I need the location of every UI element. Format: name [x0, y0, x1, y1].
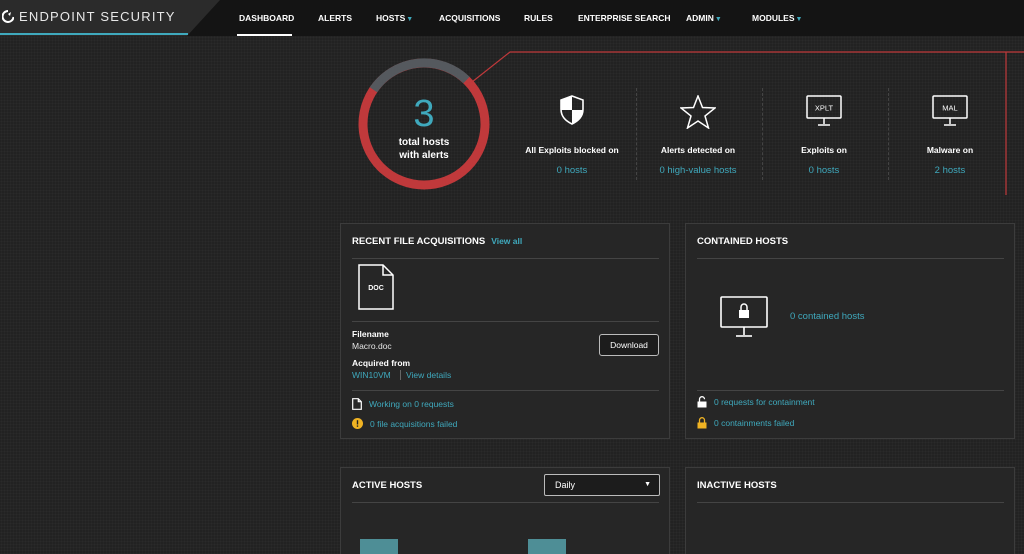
acquired-from-label: Acquired from	[352, 358, 411, 368]
contained-hosts-panel: CONTAINED HOSTS 0 contained hosts 0 requ…	[685, 223, 1015, 439]
stat-alerts-detected[interactable]: Alerts detected on 0 high-value hosts	[636, 95, 760, 176]
active-hosts-title: ACTIVE HOSTS	[352, 480, 423, 491]
nav-dashboard[interactable]: DASHBOARD	[239, 13, 294, 23]
nav-acquisitions[interactable]: ACQUISITIONS	[439, 13, 500, 23]
unlock-icon	[697, 396, 707, 408]
divider	[352, 258, 659, 259]
separator	[400, 370, 401, 380]
nav-hosts[interactable]: HOSTS▼	[376, 13, 413, 23]
inactive-hosts-title: INACTIVE HOSTS	[697, 480, 777, 491]
stat-title: Malware on	[926, 145, 974, 155]
recent-file-acquisitions-panel: RECENT FILE ACQUISITIONS View all DOC Fil…	[340, 223, 670, 439]
nav-enterprise-search[interactable]: ENTERPRISE SEARCH	[578, 13, 671, 23]
filename-value: Macro.doc	[352, 341, 392, 351]
stat-malware-on[interactable]: MAL Malware on 2 hosts	[888, 95, 1012, 176]
view-details-link[interactable]: View details	[406, 370, 451, 380]
stat-value[interactable]: 0 high-value hosts	[636, 165, 760, 176]
stat-value[interactable]: 2 hosts	[888, 165, 1012, 176]
panel-title: RECENT FILE ACQUISITIONS View all	[352, 236, 522, 247]
doc-icon-text: DOC	[368, 285, 384, 292]
shield-icon	[560, 95, 584, 125]
divider	[352, 390, 659, 391]
period-select[interactable]: Daily ▼	[544, 474, 660, 496]
nav-rules[interactable]: RULES	[524, 13, 553, 23]
caret-down-icon: ▼	[644, 481, 651, 488]
recent-acquisitions-title: RECENT FILE ACQUISITIONS	[352, 236, 486, 247]
nav-alerts-label: ALERTS	[318, 13, 352, 23]
working-requests-row[interactable]: Working on 0 requests	[352, 398, 454, 410]
host-link[interactable]: WIN10VM	[352, 370, 391, 380]
divider	[697, 390, 1004, 391]
file-icon	[352, 398, 362, 410]
nav-hosts-label: HOSTS	[376, 13, 406, 23]
containment-requests-text: 0 requests for containment	[714, 397, 815, 407]
star-icon	[680, 95, 716, 129]
total-hosts-label-line1: total hosts	[398, 137, 450, 148]
stat-title: Alerts detected on	[660, 145, 736, 155]
contained-hosts-title: CONTAINED HOSTS	[697, 236, 789, 247]
stat-exploits-blocked[interactable]: All Exploits blocked on 0 hosts	[510, 95, 634, 176]
mal-monitor-icon: MAL	[932, 95, 968, 126]
nav-modules[interactable]: MODULES▼	[752, 13, 802, 23]
stat-title: All Exploits blocked on	[525, 145, 619, 155]
period-select-value: Daily	[555, 480, 576, 490]
chart-bar[interactable]	[528, 539, 566, 554]
stat-title: Exploits on	[801, 145, 847, 155]
xplt-monitor-icon: XPLT	[806, 95, 842, 126]
total-hosts-label-line2: with alerts	[399, 150, 449, 161]
xplt-icon-text: XPLT	[815, 104, 834, 113]
stat-value[interactable]: 0 hosts	[510, 165, 634, 176]
containments-failed-text: 0 containments failed	[714, 418, 795, 428]
stat-value[interactable]: 0 hosts	[762, 165, 886, 176]
total-hosts-label: total hosts with alerts	[355, 136, 493, 162]
failed-acquisitions-row[interactable]: 0 file acquisitions failed	[352, 418, 457, 429]
chevron-down-icon: ▼	[714, 16, 722, 23]
contained-hosts-count-link[interactable]: 0 contained hosts	[790, 311, 864, 322]
brand-logo-icon	[2, 10, 14, 23]
divider	[697, 502, 1004, 503]
doc-file-icon[interactable]: DOC	[358, 264, 394, 310]
chevron-down-icon: ▼	[795, 16, 803, 23]
divider	[352, 321, 659, 322]
containments-failed-row[interactable]: 0 containments failed	[697, 417, 794, 429]
chart-bar[interactable]	[360, 539, 398, 554]
active-hosts-panel: ACTIVE HOSTS Daily ▼	[340, 467, 670, 554]
containment-requests-row[interactable]: 0 requests for containment	[697, 396, 815, 408]
brand-underline	[0, 33, 188, 35]
chevron-down-icon: ▼	[406, 16, 414, 23]
failed-acquisitions-text: 0 file acquisitions failed	[370, 418, 458, 429]
nav-modules-label: MODULES	[752, 13, 795, 23]
mal-icon-text: MAL	[942, 104, 957, 113]
nav-admin-label: ADMIN	[686, 13, 714, 23]
nav-rules-label: RULES	[524, 13, 553, 23]
top-nav-bar: ENDPOINT SECURITY DASHBOARD ALERTS HOSTS…	[0, 0, 1024, 36]
working-requests-text: Working on 0 requests	[369, 399, 454, 409]
stat-exploits-on[interactable]: XPLT Exploits on 0 hosts	[762, 95, 886, 176]
filename-label: Filename	[352, 329, 389, 339]
inactive-hosts-panel: INACTIVE HOSTS	[685, 467, 1015, 554]
brand-name[interactable]: ENDPOINT SECURITY	[19, 9, 176, 24]
divider	[352, 502, 659, 503]
nav-alerts[interactable]: ALERTS	[318, 13, 352, 23]
nav-dashboard-label: DASHBOARD	[239, 13, 295, 23]
download-button[interactable]: Download	[599, 334, 659, 356]
contained-host-monitor-icon	[720, 296, 768, 337]
nav-acquisitions-label: ACQUISITIONS	[439, 13, 501, 23]
nav-admin[interactable]: ADMIN▼	[686, 13, 722, 23]
nav-enterprise-search-label: ENTERPRISE SEARCH	[578, 13, 671, 23]
warning-icon	[352, 418, 363, 429]
lock-warning-icon	[697, 417, 707, 429]
nav-active-indicator	[237, 34, 292, 36]
view-all-link[interactable]: View all	[491, 236, 522, 246]
total-hosts-count: 3	[413, 93, 435, 135]
divider	[697, 258, 1004, 259]
